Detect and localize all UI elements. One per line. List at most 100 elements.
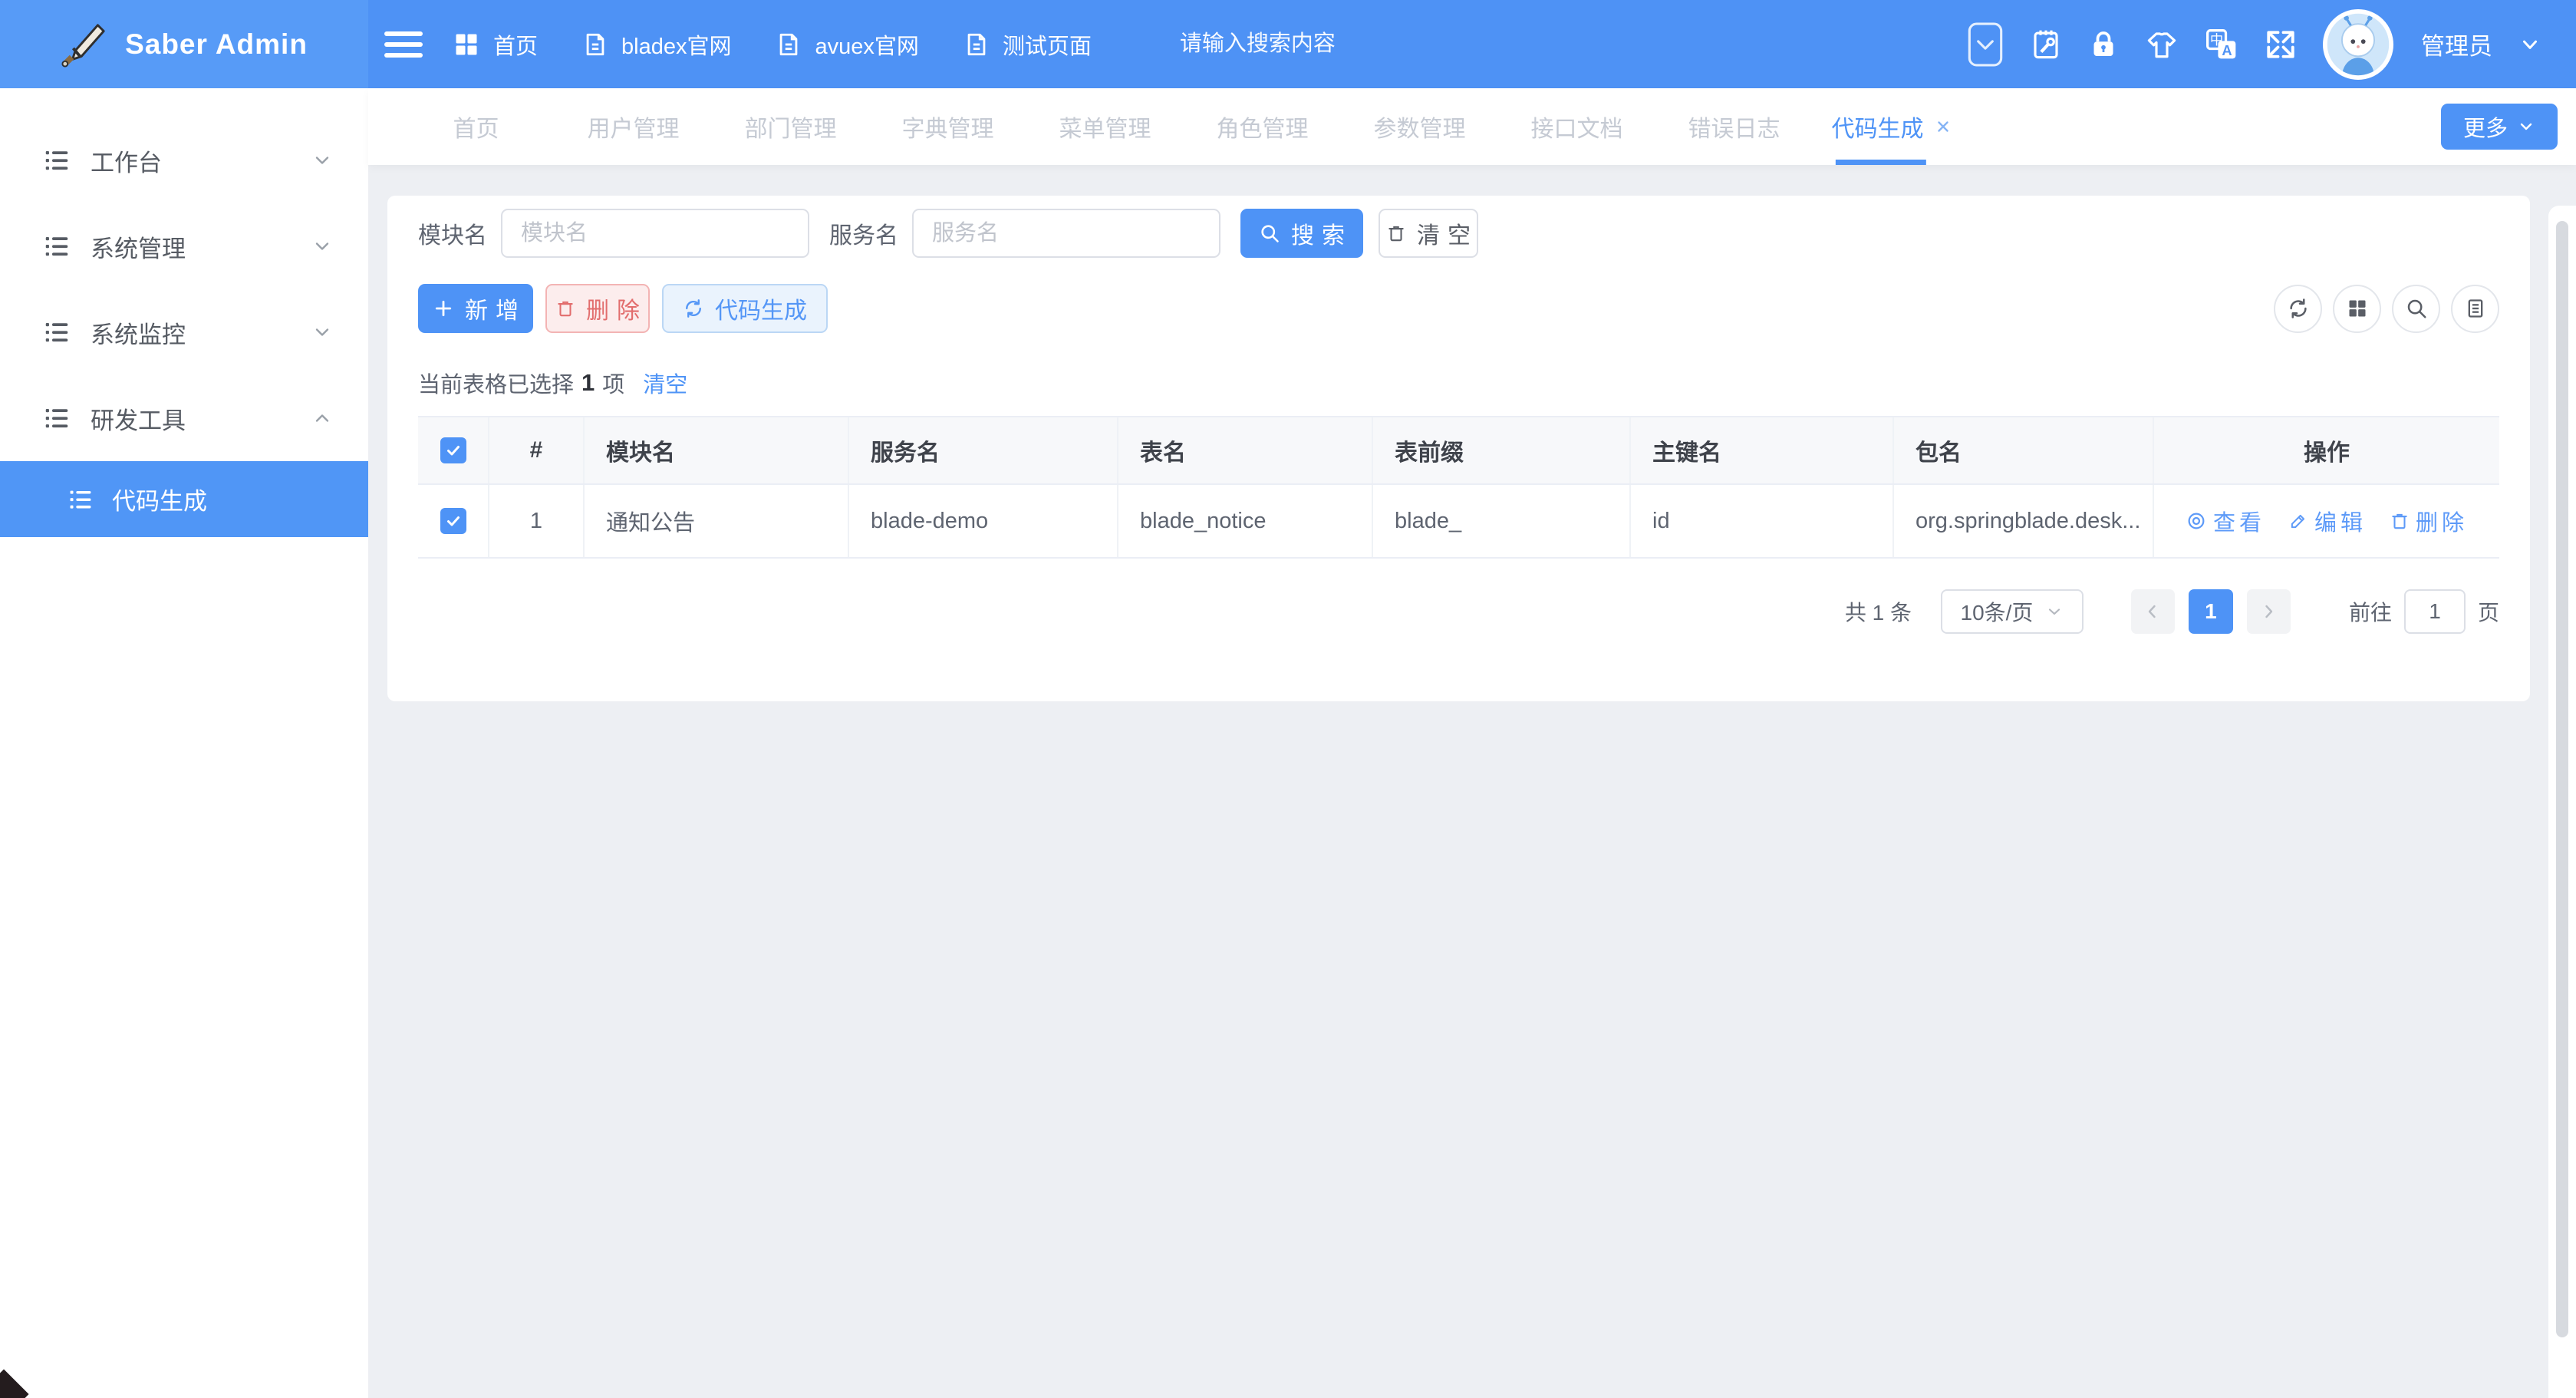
nav-label: avuex官网 — [815, 28, 918, 61]
grid-toolbar — [2274, 285, 2499, 333]
delete-link[interactable]: 删除 — [2390, 505, 2468, 537]
tab-home[interactable]: 首页 — [397, 88, 555, 165]
cell-operations: 查看 编辑 — [2154, 485, 2499, 557]
top-menu-toggle-icon[interactable] — [1967, 21, 2004, 68]
filter-form: 模块名 服务名 搜索 清空 — [418, 209, 2499, 258]
tab-dict-management[interactable]: 字典管理 — [869, 88, 1026, 165]
sidebar-item-label: 系统监控 — [91, 315, 186, 350]
current-page-button[interactable]: 1 — [2189, 589, 2233, 634]
goto-unit-label: 页 — [2478, 596, 2499, 627]
service-name-label: 服务名 — [829, 216, 898, 250]
tab-user-management[interactable]: 用户管理 — [555, 88, 712, 165]
refresh-icon[interactable] — [2274, 285, 2322, 333]
selection-prefix: 当前表格已选择 — [418, 367, 574, 399]
module-name-label: 模块名 — [418, 216, 487, 250]
list-menu-icon — [43, 232, 71, 260]
row-checkbox[interactable] — [440, 508, 466, 534]
edit-link[interactable]: 编辑 — [2288, 505, 2367, 537]
top-header: Saber Admin 首页 — [0, 0, 2576, 88]
top-nav: 首页 bladex官网 avuex官网 — [453, 28, 1092, 61]
cell-prefix: blade_ — [1373, 485, 1631, 557]
translate-icon[interactable]: 中 A — [2205, 28, 2238, 61]
tab-menu-management[interactable]: 菜单管理 — [1026, 88, 1184, 165]
sidebar-item-label: 研发工具 — [91, 401, 186, 436]
column-header-module: 模块名 — [585, 417, 849, 483]
search-button[interactable]: 搜索 — [1240, 209, 1363, 258]
selection-suffix: 项 — [602, 367, 624, 399]
document-icon — [776, 31, 802, 58]
sidebar-item-dev-tools[interactable]: 研发工具 — [0, 375, 368, 461]
selection-clear-link[interactable]: 清空 — [643, 367, 687, 399]
sidebar-item-system-management[interactable]: 系统管理 — [0, 203, 368, 289]
tab-role-management[interactable]: 角色管理 — [1184, 88, 1341, 165]
brand-title: Saber Admin — [125, 28, 308, 61]
document-icon — [582, 31, 608, 58]
chevron-down-icon — [311, 321, 333, 343]
goto-page-input[interactable] — [2404, 589, 2466, 634]
fullscreen-icon[interactable] — [2265, 28, 2297, 61]
sidebar-item-workbench[interactable]: 工作台 — [0, 117, 368, 203]
sword-logo-icon — [61, 21, 108, 68]
table-toolbar: 新增 删除 代码生成 — [418, 284, 2499, 333]
lock-icon[interactable] — [2088, 28, 2119, 61]
brand-logo: Saber Admin — [0, 0, 368, 88]
tab-code-generation[interactable]: 代码生成 — [1813, 88, 1970, 165]
add-button[interactable]: 新增 — [418, 284, 533, 333]
sidebar-item-code-generation[interactable]: 代码生成 — [0, 461, 368, 537]
nav-item-home[interactable]: 首页 — [453, 28, 538, 61]
close-icon[interactable] — [1935, 118, 1952, 135]
collapse-menu-icon[interactable] — [384, 29, 423, 60]
scrollbar-thumb[interactable] — [2556, 221, 2568, 1337]
global-search — [1180, 31, 1510, 57]
sidebar: 工作台 系统管理 — [0, 88, 368, 1398]
service-name-input[interactable] — [912, 209, 1220, 258]
column-header-operations: 操作 — [2154, 417, 2499, 483]
cell-pk: id — [1631, 485, 1894, 557]
list-menu-icon — [43, 147, 71, 174]
column-header-index: # — [489, 417, 585, 483]
code-generate-button[interactable]: 代码生成 — [662, 284, 828, 333]
code-generation-card: 模块名 服务名 搜索 清空 — [387, 196, 2530, 701]
column-settings-icon[interactable] — [2451, 285, 2499, 333]
delete-button[interactable]: 删除 — [545, 284, 650, 333]
prev-page-button[interactable] — [2131, 589, 2175, 634]
view-link[interactable]: 查看 — [2186, 505, 2265, 537]
nav-item-test-page[interactable]: 测试页面 — [964, 28, 1092, 61]
cell-index: 1 — [489, 485, 585, 557]
svg-text:A: A — [2222, 41, 2232, 58]
list-menu-icon — [68, 486, 94, 513]
more-tabs-button[interactable]: 更多 — [2441, 104, 2558, 150]
module-name-input[interactable] — [501, 209, 809, 258]
header-bar: 首页 bladex官网 avuex官网 — [368, 0, 2576, 88]
clear-button[interactable]: 清空 — [1379, 209, 1478, 258]
page-size-select[interactable]: 10条/页 — [1941, 589, 2084, 634]
tab-api-docs[interactable]: 接口文档 — [1498, 88, 1655, 165]
column-header-package: 包名 — [1894, 417, 2154, 483]
list-menu-icon — [43, 318, 71, 346]
search-toggle-icon[interactable] — [2392, 285, 2440, 333]
chevron-down-icon — [2045, 602, 2064, 621]
sidebar-item-system-monitor[interactable]: 系统监控 — [0, 289, 368, 375]
avatar[interactable] — [2323, 9, 2393, 80]
theme-tshirt-icon[interactable] — [2145, 28, 2179, 61]
grid-view-icon[interactable] — [2333, 285, 2381, 333]
sidebar-item-label: 工作台 — [91, 143, 162, 178]
nav-item-bladex[interactable]: bladex官网 — [582, 28, 731, 61]
document-icon — [964, 31, 990, 58]
goto-label: 前往 — [2349, 596, 2392, 627]
global-search-input[interactable] — [1180, 31, 1510, 57]
scrollbar-track — [2548, 206, 2576, 1398]
tab-param-management[interactable]: 参数管理 — [1341, 88, 1498, 165]
selection-count: 1 — [581, 369, 595, 397]
chevron-down-icon[interactable] — [2518, 33, 2541, 56]
cell-module: 通知公告 — [585, 485, 849, 557]
tab-error-log[interactable]: 错误日志 — [1655, 88, 1813, 165]
user-name[interactable]: 管理员 — [2421, 27, 2492, 61]
tab-dept-management[interactable]: 部门管理 — [712, 88, 869, 165]
nav-item-avuex[interactable]: avuex官网 — [776, 28, 918, 61]
selection-info: 当前表格已选择 1 项 清空 — [418, 367, 2499, 399]
list-menu-icon — [43, 404, 71, 432]
debug-tools-icon[interactable] — [2030, 28, 2062, 61]
next-page-button[interactable] — [2247, 589, 2291, 634]
select-all-checkbox[interactable] — [440, 437, 466, 463]
